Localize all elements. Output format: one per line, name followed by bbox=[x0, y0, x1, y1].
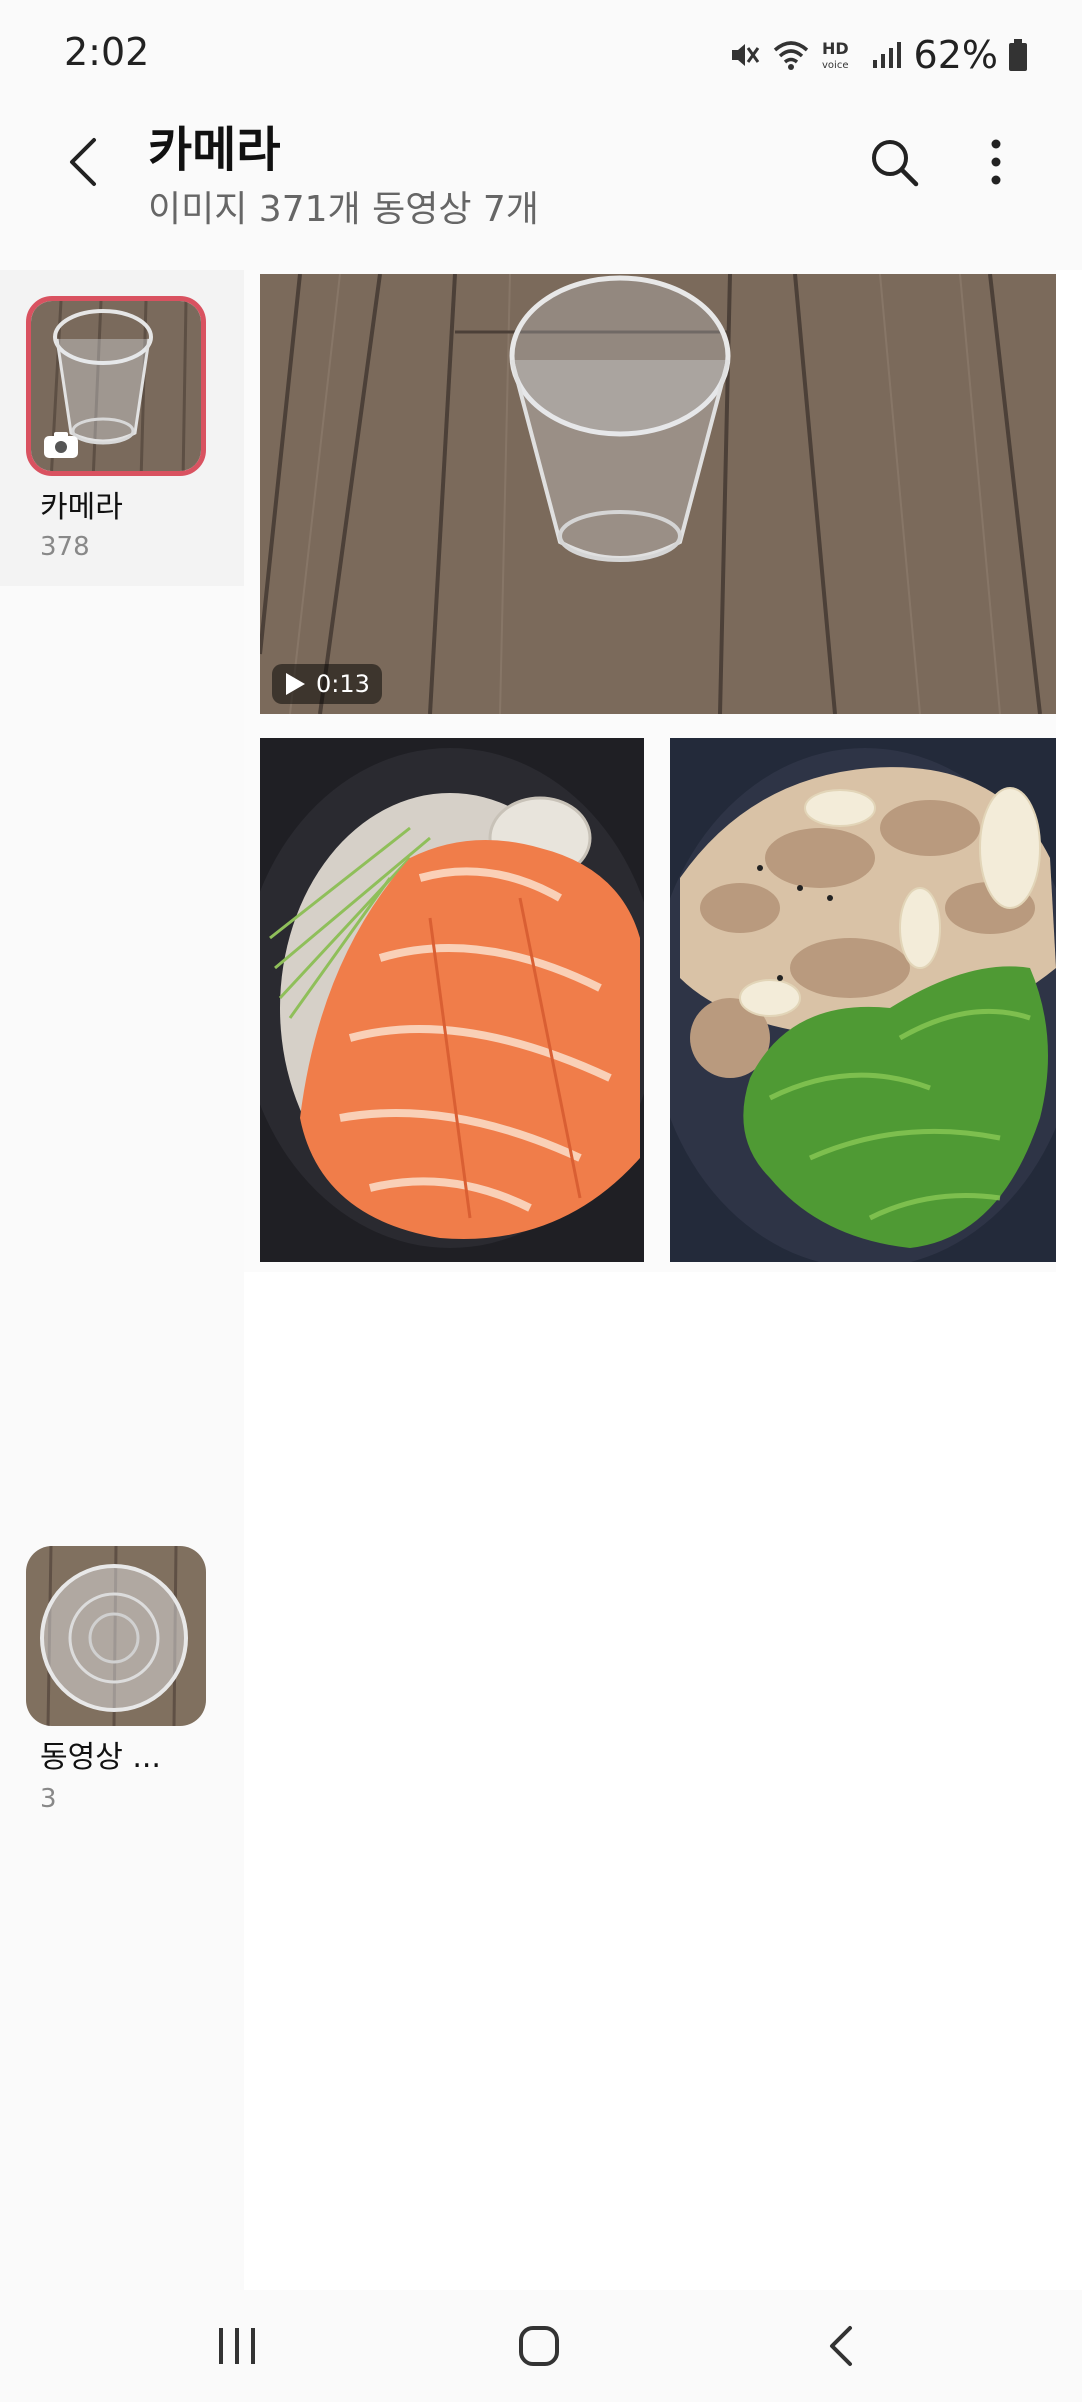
back-button[interactable] bbox=[52, 130, 116, 194]
page-title: 카메라 bbox=[148, 122, 281, 178]
album-sidebar: 카메라 378 동영상 ... 3 bbox=[0, 270, 244, 2290]
battery-percent: 62% bbox=[913, 33, 998, 77]
media-grid-inner: 0:13 bbox=[244, 270, 1056, 1272]
mute-vibrate-icon bbox=[728, 38, 762, 72]
system-nav-bar bbox=[0, 2290, 1082, 2402]
more-options-button[interactable] bbox=[966, 130, 1026, 194]
album-card-camera[interactable]: 카메라 378 bbox=[0, 270, 244, 586]
svg-text:voice: voice bbox=[822, 60, 848, 71]
album-name: 동영상 ... bbox=[40, 1740, 161, 1775]
album-thumbnail bbox=[26, 296, 206, 476]
back-icon bbox=[830, 2326, 852, 2366]
camera-icon bbox=[43, 431, 79, 459]
video-duration-badge: 0:13 bbox=[272, 664, 382, 704]
album-card-videos[interactable]: 동영상 ... 3 bbox=[0, 1518, 244, 1834]
nav-back-button[interactable] bbox=[796, 2310, 886, 2382]
image-thumbnail[interactable] bbox=[260, 738, 644, 1262]
hd-voice-icon: HD voice bbox=[820, 38, 860, 72]
more-vertical-icon bbox=[991, 139, 1001, 185]
search-button[interactable] bbox=[862, 130, 926, 194]
video-duration: 0:13 bbox=[316, 670, 370, 698]
svg-text:HD: HD bbox=[822, 39, 849, 58]
recents-icon bbox=[219, 2328, 255, 2364]
page-subtitle: 이미지 371개 동영상 7개 bbox=[148, 189, 539, 230]
album-count: 3 bbox=[40, 1784, 57, 1814]
album-thumbnail bbox=[26, 1546, 206, 1726]
battery-icon bbox=[1008, 38, 1028, 72]
media-grid: 0:13 bbox=[244, 270, 1082, 2290]
video-thumbnail[interactable]: 0:13 bbox=[260, 274, 1056, 714]
image-thumbnail[interactable] bbox=[670, 738, 1056, 1262]
app-header: 카메라 이미지 371개 동영상 7개 bbox=[0, 100, 1082, 250]
search-icon bbox=[872, 140, 919, 187]
signal-icon bbox=[870, 38, 904, 72]
home-button[interactable] bbox=[494, 2310, 584, 2382]
status-time: 2:02 bbox=[64, 30, 150, 74]
play-icon bbox=[286, 673, 305, 695]
album-name: 카메라 bbox=[40, 490, 123, 525]
back-arrow-icon bbox=[70, 138, 96, 186]
wifi-icon bbox=[772, 38, 810, 72]
recents-button[interactable] bbox=[192, 2310, 282, 2382]
home-icon bbox=[519, 2326, 559, 2366]
album-count: 378 bbox=[40, 532, 90, 562]
status-icons: HD voice 62% bbox=[728, 28, 1028, 82]
